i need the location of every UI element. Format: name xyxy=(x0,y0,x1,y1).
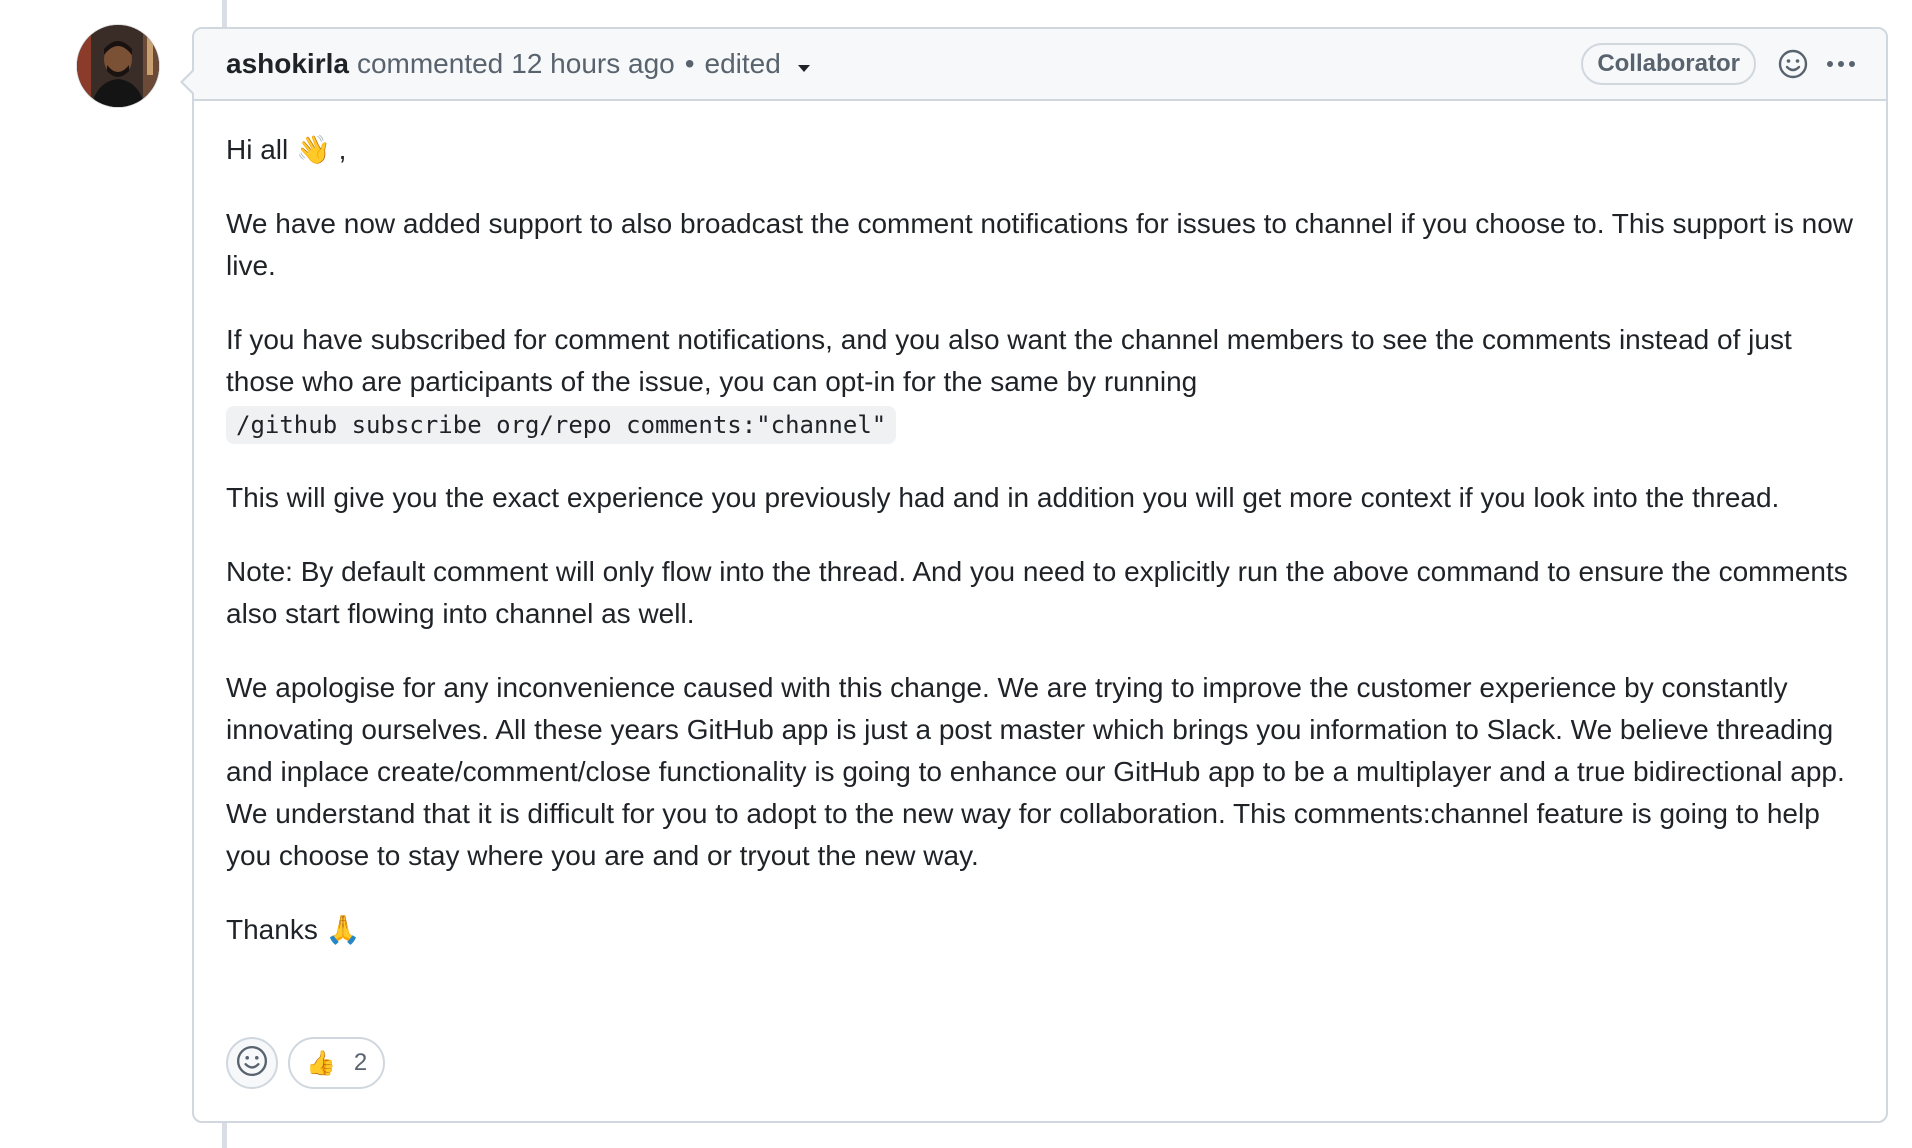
thanks-text: Thanks xyxy=(226,914,318,945)
edited-label: edited xyxy=(704,48,781,79)
comment-header: ashokirla commented 12 hours ago • edite… xyxy=(194,29,1886,101)
smiley-icon[interactable] xyxy=(1778,49,1808,79)
greeting-text: Hi all xyxy=(226,134,289,165)
issue-timeline: ashokirla commented 12 hours ago • edite… xyxy=(0,0,1912,1148)
comment-action: commented xyxy=(356,48,504,79)
paragraph-5: We apologise for any inconvenience cause… xyxy=(226,672,1845,871)
author-link[interactable]: ashokirla xyxy=(226,48,349,80)
greeting-paragraph: Hi all 👋 , xyxy=(226,129,1854,171)
paragraph-4: Note: By default comment will only flow … xyxy=(226,556,1848,629)
header-actions: Collaborator xyxy=(1581,43,1856,85)
reaction-count: 2 xyxy=(353,1049,368,1076)
kebab-horizontal-icon[interactable] xyxy=(1826,59,1856,69)
avatar[interactable] xyxy=(77,25,159,107)
paragraph-1: We have now added support to also broadc… xyxy=(226,208,1853,281)
subscribe-command-code: /github subscribe org/repo comments:"cha… xyxy=(226,406,897,444)
paragraph-3: This will give you the exact experience … xyxy=(226,482,1780,513)
paragraph-2: If you have subscribed for comment notif… xyxy=(226,319,1854,445)
greeting-suffix: , xyxy=(338,134,347,165)
paragraph-2-text: If you have subscribed for comment notif… xyxy=(226,324,1792,397)
comment-box: ashokirla commented 12 hours ago • edite… xyxy=(180,27,1888,1123)
add-reaction-button[interactable] xyxy=(226,1037,278,1089)
reactions-bar: 👍 2 xyxy=(226,1037,386,1089)
thanks-paragraph: Thanks 🙏 xyxy=(226,909,1854,951)
edited-dropdown[interactable]: edited xyxy=(705,48,811,80)
comment-body: Hi all 👋 , We have now added support to … xyxy=(194,101,1886,951)
triangle-down-icon xyxy=(797,48,811,80)
waving-hand-emoji: 👋 xyxy=(296,133,331,166)
meta-separator: • xyxy=(684,48,695,79)
thumbs-up-emoji: 👍 xyxy=(306,1049,336,1077)
author-role-badge: Collaborator xyxy=(1581,43,1756,85)
smiley-icon xyxy=(236,1045,268,1082)
folded-hands-emoji: 🙏 xyxy=(325,913,361,946)
comment-timestamp[interactable]: 12 hours ago xyxy=(511,48,674,80)
thumbs-up-reaction-button[interactable]: 👍 2 xyxy=(288,1037,386,1089)
